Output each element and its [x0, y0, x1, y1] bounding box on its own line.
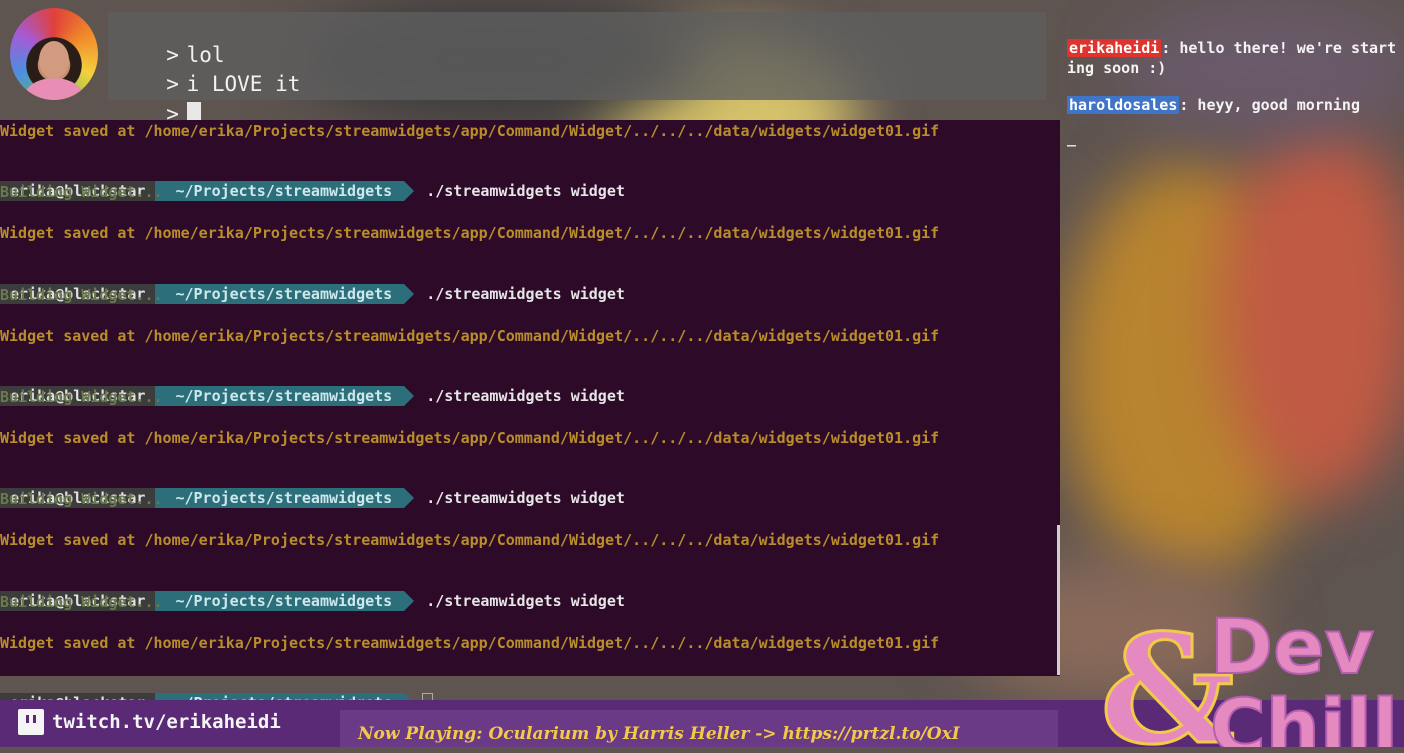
command-text: ./streamwidgets widget — [426, 489, 625, 507]
building-line: Building Widget... — [0, 490, 163, 508]
saved-line: Widget saved at /home/erika/Projects/str… — [0, 429, 940, 447]
now-playing-banner: Now Playing: Ocularium by Harris Heller … — [340, 710, 1058, 747]
chat-message: haroldosales: heyy, good morning — [1067, 95, 1397, 115]
twitch-icon — [18, 709, 44, 735]
overlay-line: > lol — [108, 13, 224, 67]
chat-text: : heyy, good morning — [1179, 96, 1360, 114]
prompt-path: ~/Projects/streamwidgets — [155, 181, 414, 201]
prompt-line: erika@blackstar ~/Projects/streamwidgets.… — [0, 346, 625, 406]
logo-dev: Dev — [1209, 610, 1375, 692]
chat-username: erikaheidi — [1067, 39, 1162, 57]
chat-username: haroldosales — [1067, 96, 1180, 114]
prompt-line: erika@blackstar ~/Projects/streamwidgets.… — [0, 141, 625, 201]
prompt-path: ~/Projects/streamwidgets — [155, 591, 414, 611]
terminal-scrollbar[interactable] — [1057, 525, 1060, 675]
saved-line: Widget saved at /home/erika/Projects/str… — [0, 122, 940, 140]
saved-line: Widget saved at /home/erika/Projects/str… — [0, 224, 940, 242]
building-line: Building Widget... — [0, 388, 163, 406]
overlay-input-line[interactable]: > — [108, 72, 201, 129]
terminal-window[interactable]: Widget saved at /home/erika/Projects/str… — [0, 120, 1060, 713]
chat-message: erikaheidi: hello there! we're starting … — [1067, 38, 1397, 78]
chat-overlay: > lol > i LOVE it > — [108, 12, 1046, 129]
command-text: ./streamwidgets widget — [426, 182, 625, 200]
prompt-path: ~/Projects/streamwidgets — [155, 386, 414, 406]
twitch-link[interactable]: twitch.tv/erikaheidi — [18, 709, 281, 735]
command-text: ./streamwidgets widget — [426, 285, 625, 303]
chat-panel: erikaheidi: hello there! we're starting … — [1067, 38, 1397, 148]
prompt-line: erika@blackstar ~/Projects/streamwidgets.… — [0, 244, 625, 304]
command-text: ./streamwidgets widget — [426, 387, 625, 405]
saved-line: Widget saved at /home/erika/Projects/str… — [0, 327, 940, 345]
saved-line: Widget saved at /home/erika/Projects/str… — [0, 634, 940, 652]
overlay-line: > i LOVE it — [108, 42, 300, 96]
command-text: ./streamwidgets widget — [426, 592, 625, 610]
logo-chill: Chill — [1209, 681, 1399, 747]
saved-line: Widget saved at /home/erika/Projects/str… — [0, 531, 940, 549]
overlay-text: i LOVE it — [186, 72, 301, 96]
prompt-path: ~/Projects/streamwidgets — [155, 488, 414, 508]
prompt-line: erika@blackstar ~/Projects/streamwidgets.… — [0, 448, 625, 508]
building-line: Building Widget... — [0, 593, 163, 611]
prompt-line: erika@blackstar ~/Projects/streamwidgets.… — [0, 551, 625, 611]
building-line: Building Widget... — [0, 286, 163, 304]
current-prompt-line[interactable]: erika@blackstar~/Projects/streamwidgets — [0, 653, 434, 713]
chat-input-caret: _ — [1067, 129, 1077, 147]
twitch-url: twitch.tv/erikaheidi — [52, 711, 281, 733]
building-line: Building Widget... — [0, 183, 163, 201]
dev-and-chill-logo: & Dev Chill — [1090, 610, 1404, 747]
prompt-path: ~/Projects/streamwidgets — [155, 284, 414, 304]
streamer-avatar — [10, 8, 98, 100]
